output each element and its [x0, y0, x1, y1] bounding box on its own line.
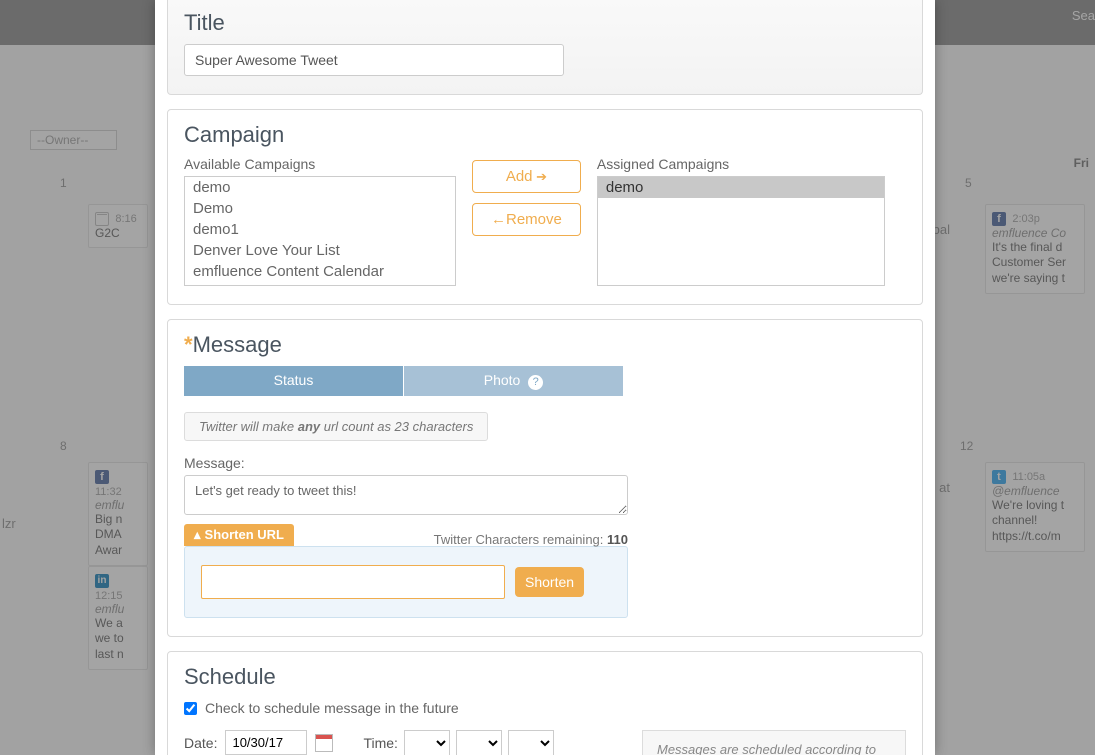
add-button[interactable]: Add	[472, 160, 581, 193]
available-option[interactable]: emfluence Content Calendar	[185, 261, 455, 282]
schedule-heading: Schedule	[184, 664, 906, 690]
shorten-button[interactable]: Shorten	[515, 567, 584, 597]
schedule-checkbox-label[interactable]: Check to schedule message in the future	[205, 700, 459, 716]
available-option[interactable]: Demo	[185, 198, 455, 219]
campaign-section: Campaign Available Campaigns demoDemodem…	[167, 109, 923, 305]
remaining-label: Twitter Characters remaining:	[434, 532, 604, 547]
remove-button[interactable]: Remove	[472, 203, 581, 236]
tab-photo-label: Photo	[484, 372, 521, 388]
help-icon[interactable]: ?	[528, 375, 543, 390]
caret-up-icon: ▴	[194, 527, 201, 542]
title-heading: Title	[184, 10, 906, 36]
hint-bold: any	[298, 419, 320, 434]
available-option[interactable]: demo	[185, 177, 455, 198]
shorten-url-panel: Shorten	[184, 546, 628, 618]
minute-select[interactable]	[456, 730, 502, 755]
message-textarea[interactable]	[184, 475, 628, 515]
assigned-campaigns-list[interactable]: demo	[597, 176, 885, 286]
available-label: Available Campaigns	[184, 156, 456, 172]
assigned-label: Assigned Campaigns	[597, 156, 885, 172]
available-option[interactable]: Denver Love Your List	[185, 240, 455, 261]
remaining-value: 110	[607, 532, 628, 547]
timezone-note: Messages are scheduled according to Cent…	[642, 730, 906, 755]
hour-select[interactable]	[404, 730, 450, 755]
schedule-section: Schedule Check to schedule message in th…	[167, 651, 923, 755]
shorten-url-input[interactable]	[201, 565, 505, 599]
assigned-option[interactable]: demo	[598, 177, 884, 198]
ampm-select[interactable]	[508, 730, 554, 755]
tab-photo[interactable]: Photo ?	[404, 366, 624, 396]
message-tabs: Status Photo ?	[184, 366, 906, 396]
hint-pre: Twitter will make	[199, 419, 298, 434]
title-input[interactable]	[184, 44, 564, 76]
time-label: Time:	[363, 735, 397, 751]
schedule-checkbox[interactable]	[184, 702, 197, 715]
tab-status[interactable]: Status	[184, 366, 404, 396]
message-heading: *Message	[184, 332, 906, 358]
hint-post: url count as 23 characters	[320, 419, 473, 434]
shorten-url-toggle[interactable]: ▴ Shorten URL	[184, 524, 294, 546]
campaign-heading: Campaign	[184, 122, 906, 148]
shorten-url-label: Shorten URL	[205, 527, 284, 542]
title-section: Title	[167, 0, 923, 95]
message-label: Message:	[184, 455, 906, 471]
date-label: Date:	[184, 735, 217, 751]
available-campaigns-list[interactable]: demoDemodemo1Denver Love Your Listemflue…	[184, 176, 456, 286]
available-option[interactable]: demo1	[185, 219, 455, 240]
date-input[interactable]	[225, 730, 307, 755]
calendar-icon[interactable]	[315, 734, 333, 752]
message-section: *Message Status Photo ? Twitter will mak…	[167, 319, 923, 637]
twitter-hint: Twitter will make any url count as 23 ch…	[184, 412, 488, 441]
compose-modal: Title Campaign Available Campaigns demoD…	[155, 0, 935, 755]
char-remaining: Twitter Characters remaining: 110	[434, 532, 628, 547]
